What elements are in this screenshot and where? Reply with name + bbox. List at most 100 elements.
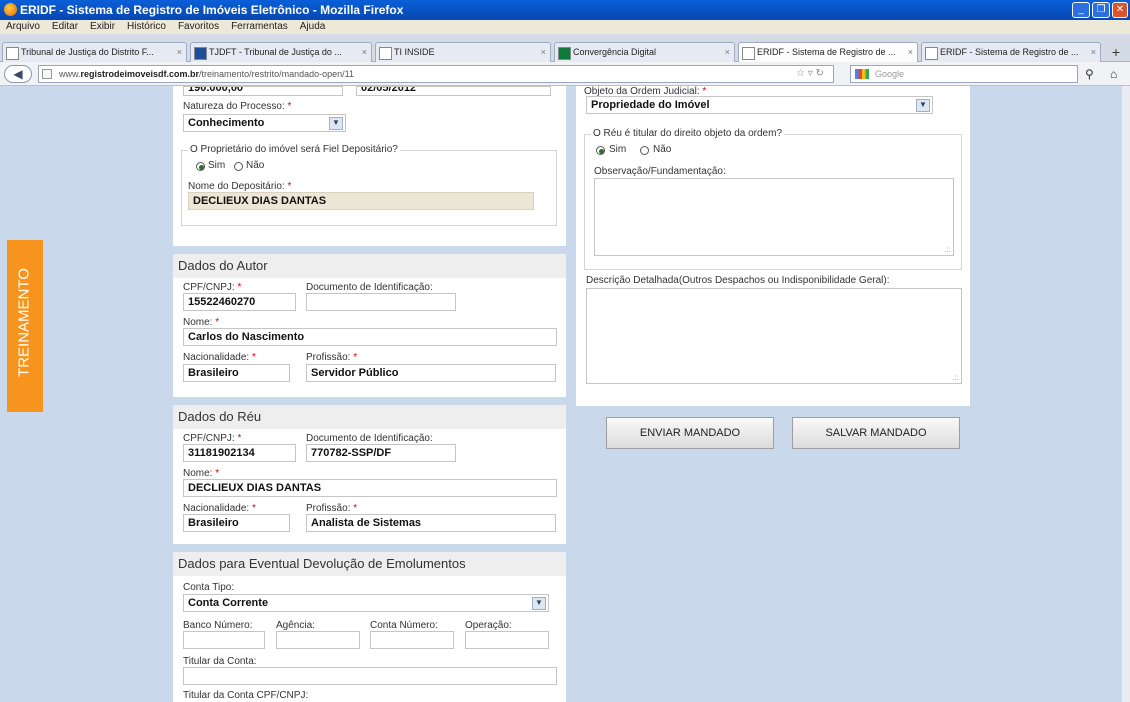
url-bar[interactable]: www.registrodeimoveisdf.com.br/treinamen… bbox=[38, 65, 834, 83]
reu-nacionalidade-label: Nacionalidade: * bbox=[183, 503, 256, 514]
autor-nacionalidade-label: Nacionalidade: * bbox=[183, 352, 256, 363]
tab-close-icon[interactable]: × bbox=[177, 43, 182, 61]
enviar-mandado-button[interactable]: ENVIAR MANDADO bbox=[606, 417, 774, 449]
observacao-textarea[interactable]: .:: bbox=[594, 178, 954, 256]
conta-tipo-select[interactable]: Conta Corrente ▼ bbox=[183, 594, 549, 612]
vertical-scrollbar[interactable] bbox=[1122, 86, 1130, 702]
section-separator bbox=[173, 544, 566, 552]
autor-profissao-label: Profissão: * bbox=[306, 352, 358, 363]
descricao-label: Descrição Detalhada(Outros Despachos ou … bbox=[586, 275, 890, 286]
fiel-nao-radio[interactable] bbox=[234, 162, 243, 171]
fiel-sim-label: Sim bbox=[208, 160, 226, 171]
reu-nome-field[interactable]: DECLIEUX DIAS DANTAS bbox=[183, 479, 557, 497]
menu-editar[interactable]: Editar bbox=[52, 21, 78, 32]
banco-field[interactable] bbox=[183, 631, 265, 649]
cd-icon bbox=[558, 47, 571, 60]
autor-nome-field[interactable]: Carlos do Nascimento bbox=[183, 328, 557, 346]
menu-favoritos[interactable]: Favoritos bbox=[178, 21, 219, 32]
window-title-bar: ERIDF - Sistema de Registro de Imóveis E… bbox=[0, 0, 1130, 20]
chevron-down-icon: ▼ bbox=[329, 117, 343, 130]
google-icon bbox=[855, 69, 869, 79]
tab-tribunal[interactable]: Tribunal de Justiça do Distrito F... × bbox=[2, 42, 187, 62]
conta-numero-field[interactable] bbox=[370, 631, 454, 649]
reu-nacionalidade-field[interactable]: Brasileiro bbox=[183, 514, 290, 532]
reu-titular-legend: O Réu é titular do direito objeto da ord… bbox=[591, 128, 784, 139]
reu-titular-sim-label: Sim bbox=[609, 144, 627, 155]
reu-titular-nao-radio[interactable] bbox=[640, 146, 649, 155]
page-icon bbox=[379, 47, 392, 60]
operacao-field[interactable] bbox=[465, 631, 549, 649]
autor-doc-field[interactable] bbox=[306, 293, 456, 311]
reu-cpf-field[interactable]: 31181902134 bbox=[183, 444, 296, 462]
data-field[interactable]: 02/05/2012 bbox=[356, 86, 551, 96]
banco-label: Banco Número: bbox=[183, 620, 253, 631]
menu-exibir[interactable]: Exibir bbox=[90, 21, 115, 32]
menu-arquivo[interactable]: Arquivo bbox=[6, 21, 40, 32]
treinamento-badge: TREINAMENTO bbox=[7, 240, 43, 412]
new-tab-icon[interactable]: + bbox=[1106, 44, 1126, 60]
tab-tjdft[interactable]: TJDFT - Tribunal de Justiça do ... × bbox=[190, 42, 372, 62]
reu-cpf-label: CPF/CNPJ: * bbox=[183, 433, 242, 444]
autor-nome-label: Nome: * bbox=[183, 317, 220, 328]
firefox-icon bbox=[4, 3, 17, 16]
tab-eridf-active[interactable]: ERIDF - Sistema de Registro de ... × bbox=[738, 42, 918, 62]
autor-cpf-field[interactable]: 15522460270 bbox=[183, 293, 296, 311]
descricao-textarea[interactable]: .:: bbox=[586, 288, 962, 384]
natureza-select[interactable]: Conhecimento ▼ bbox=[183, 114, 346, 132]
site-identity-icon[interactable] bbox=[42, 69, 52, 79]
reu-titular-nao-label: Não bbox=[653, 144, 672, 155]
search-input[interactable]: Google bbox=[850, 65, 1078, 83]
close-icon[interactable]: ✕ bbox=[1112, 2, 1128, 18]
menu-historico[interactable]: Histórico bbox=[127, 21, 166, 32]
autor-heading: Dados do Autor bbox=[173, 254, 566, 278]
menu-ajuda[interactable]: Ajuda bbox=[300, 21, 326, 32]
maximize-icon[interactable]: ❐ bbox=[1092, 2, 1110, 18]
menu-ferramentas[interactable]: Ferramentas bbox=[231, 21, 288, 32]
reu-doc-label: Documento de Identificação: bbox=[306, 433, 433, 444]
reu-profissao-field[interactable]: Analista de Sistemas bbox=[306, 514, 556, 532]
titular-label: Titular da Conta: bbox=[183, 656, 257, 667]
conta-numero-label: Conta Número: bbox=[370, 620, 438, 631]
titular-field[interactable] bbox=[183, 667, 557, 685]
chevron-down-icon: ▼ bbox=[916, 99, 930, 112]
tab-close-icon[interactable]: × bbox=[908, 43, 913, 61]
tab-ti-inside[interactable]: TI INSIDE × bbox=[375, 42, 551, 62]
tab-close-icon[interactable]: × bbox=[362, 43, 367, 61]
tab-close-icon[interactable]: × bbox=[725, 43, 730, 61]
devolucao-heading: Dados para Eventual Devolução de Emolume… bbox=[173, 552, 566, 576]
globe-icon bbox=[6, 47, 19, 60]
back-arrow-icon[interactable]: ◀ bbox=[4, 65, 32, 83]
depositario-field[interactable]: DECLIEUX DIAS DANTAS bbox=[188, 192, 534, 210]
reu-nome-label: Nome: * bbox=[183, 468, 220, 479]
autor-profissao-field[interactable]: Servidor Público bbox=[306, 364, 556, 382]
chevron-down-icon: ▼ bbox=[532, 597, 546, 610]
resize-grip-icon[interactable]: .:: bbox=[952, 373, 959, 382]
page-icon bbox=[925, 47, 938, 60]
tab-close-icon[interactable]: × bbox=[541, 43, 546, 61]
reu-heading: Dados do Réu bbox=[173, 405, 566, 429]
tjdft-icon bbox=[194, 47, 207, 60]
salvar-mandado-button[interactable]: SALVAR MANDADO bbox=[792, 417, 960, 449]
autor-nacionalidade-field[interactable]: Brasileiro bbox=[183, 364, 290, 382]
search-icon[interactable]: ⚲ bbox=[1085, 65, 1101, 83]
page-icon bbox=[742, 47, 755, 60]
autor-cpf-label: CPF/CNPJ: * bbox=[183, 282, 242, 293]
section-separator bbox=[173, 246, 566, 254]
reu-profissao-label: Profissão: * bbox=[306, 503, 358, 514]
window-title: ERIDF - Sistema de Registro de Imóveis E… bbox=[20, 3, 404, 17]
valor-field[interactable]: 190.000,00 bbox=[183, 86, 343, 96]
minimize-icon[interactable]: _ bbox=[1072, 2, 1090, 18]
tab-convergencia[interactable]: Convergência Digital × bbox=[554, 42, 735, 62]
resize-grip-icon[interactable]: .:: bbox=[944, 245, 951, 254]
operacao-label: Operação: bbox=[465, 620, 512, 631]
tab-close-icon[interactable]: × bbox=[1091, 43, 1096, 61]
home-icon[interactable]: ⌂ bbox=[1110, 65, 1126, 83]
reu-titular-sim-radio[interactable] bbox=[596, 146, 605, 155]
reu-doc-field[interactable]: 770782-SSP/DF bbox=[306, 444, 456, 462]
tab-eridf[interactable]: ERIDF - Sistema de Registro de ... × bbox=[921, 42, 1101, 62]
agencia-field[interactable] bbox=[276, 631, 360, 649]
fiel-sim-radio[interactable] bbox=[196, 162, 205, 171]
objeto-select[interactable]: Propriedade do Imóvel ▼ bbox=[586, 96, 933, 114]
bookmark-star-icon[interactable]: ☆ ▿ ↻ bbox=[796, 66, 832, 82]
autor-doc-label: Documento de Identificação: bbox=[306, 282, 433, 293]
